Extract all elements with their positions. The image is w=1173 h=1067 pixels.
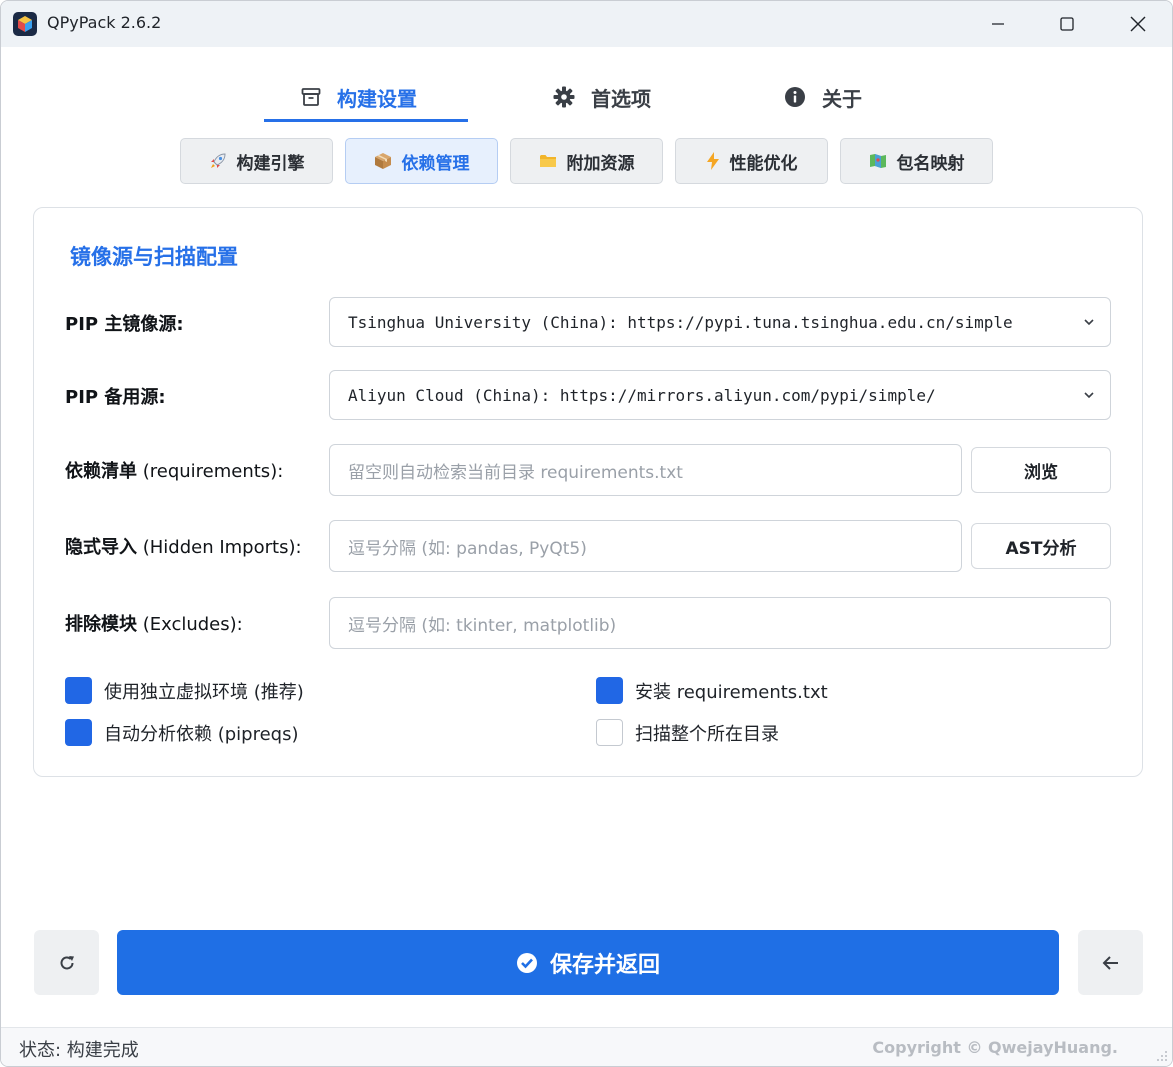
map-icon bbox=[869, 153, 887, 169]
subtab-performance[interactable]: 性能优化 bbox=[675, 138, 828, 184]
checkbox-label: 使用独立虚拟环境 (推荐) bbox=[104, 681, 304, 703]
section-title: 镜像源与扫描配置 bbox=[70, 245, 238, 269]
lightning-icon bbox=[706, 152, 720, 170]
subtab-build-engine[interactable]: 构建引擎 bbox=[180, 138, 333, 184]
maximize-button[interactable] bbox=[1037, 1, 1097, 47]
status-text: 状态: 构建完成 bbox=[19, 1040, 139, 1061]
checkbox-label: 扫描整个所在目录 bbox=[635, 723, 779, 745]
rocket-icon bbox=[209, 152, 227, 170]
refresh-icon bbox=[60, 955, 74, 969]
checkbox-label: 自动分析依赖 (pipreqs) bbox=[104, 723, 299, 745]
tab-label: 关于 bbox=[822, 86, 862, 111]
checkbox-scan-directory[interactable]: 扫描整个所在目录 bbox=[596, 719, 779, 746]
arrow-left-icon bbox=[1102, 955, 1118, 970]
subtab-label: 依赖管理 bbox=[401, 153, 470, 174]
refresh-button[interactable] bbox=[34, 930, 99, 995]
tab-label: 构建设置 bbox=[337, 86, 417, 111]
requirements-placeholder: 留空则自动检索当前目录 requirements.txt bbox=[348, 462, 683, 483]
requirements-input[interactable]: 留空则自动检索当前目录 requirements.txt bbox=[329, 444, 962, 496]
tab-label: 首选项 bbox=[591, 86, 651, 111]
hidden-imports-label: 隐式导入 (Hidden Imports): bbox=[65, 537, 302, 558]
subtab-package-mapping[interactable]: 包名映射 bbox=[840, 138, 993, 184]
checkbox-label: 安装 requirements.txt bbox=[635, 681, 828, 703]
archive-icon bbox=[301, 87, 321, 107]
excludes-input[interactable]: 逗号分隔 (如: tkinter, matplotlib) bbox=[329, 597, 1111, 649]
subtab-label: 包名映射 bbox=[896, 153, 965, 174]
title-bar: QPyPack 2.6.2 bbox=[1, 1, 1172, 47]
excludes-placeholder: 逗号分隔 (如: tkinter, matplotlib) bbox=[348, 615, 617, 636]
chevron-down-icon bbox=[1084, 392, 1094, 399]
tab-preferences[interactable]: 首选项 bbox=[553, 73, 651, 121]
requirements-label: 依赖清单 (requirements): bbox=[65, 461, 284, 482]
close-button[interactable] bbox=[1108, 1, 1168, 47]
pip-backup-mirror-select[interactable]: Aliyun Cloud (China): https://mirrors.al… bbox=[329, 370, 1111, 420]
app-logo-icon bbox=[13, 12, 37, 36]
active-tab-indicator bbox=[264, 119, 468, 122]
checkbox-auto-analyze[interactable]: 自动分析依赖 (pipreqs) bbox=[65, 719, 299, 746]
tab-build-settings[interactable]: 构建设置 bbox=[301, 73, 417, 121]
hidden-imports-placeholder: 逗号分隔 (如: pandas, PyQt5) bbox=[348, 538, 587, 559]
resize-grip-icon[interactable] bbox=[1156, 1050, 1168, 1062]
tab-about[interactable]: 关于 bbox=[784, 73, 862, 121]
checkbox-checked[interactable] bbox=[65, 677, 92, 704]
subtab-label: 构建引擎 bbox=[236, 153, 305, 174]
minimize-button[interactable] bbox=[968, 1, 1028, 47]
checkbox-use-venv[interactable]: 使用独立虚拟环境 (推荐) bbox=[65, 677, 304, 704]
select-value: Aliyun Cloud (China): https://mirrors.al… bbox=[348, 385, 936, 405]
window-title: QPyPack 2.6.2 bbox=[47, 13, 162, 32]
checkbox-checked[interactable] bbox=[596, 677, 623, 704]
checkbox-unchecked[interactable] bbox=[596, 719, 623, 746]
checkbox-checked[interactable] bbox=[65, 719, 92, 746]
browse-button[interactable]: 浏览 bbox=[971, 447, 1111, 493]
pip-main-label: PIP 主镜像源: bbox=[65, 314, 184, 335]
minimize-icon bbox=[992, 23, 1004, 25]
chevron-down-icon bbox=[1084, 319, 1094, 326]
back-button[interactable] bbox=[1078, 930, 1143, 995]
folder-icon bbox=[539, 153, 557, 169]
subtab-label: 性能优化 bbox=[729, 153, 798, 174]
ast-analysis-button[interactable]: AST分析 bbox=[971, 523, 1111, 569]
select-value: Tsinghua University (China): https://pyp… bbox=[348, 312, 1013, 332]
copyright-text: Copyright © QwejayHuang. bbox=[872, 1038, 1118, 1057]
close-icon bbox=[1130, 16, 1146, 32]
pip-backup-label: PIP 备用源: bbox=[65, 387, 166, 408]
subtab-extra-resources[interactable]: 附加资源 bbox=[510, 138, 663, 184]
app-window: QPyPack 2.6.2 构建设置 首选项 关于 构建引擎 依赖管理 附加资源… bbox=[0, 0, 1173, 1067]
checkbox-install-requirements[interactable]: 安装 requirements.txt bbox=[596, 677, 828, 704]
maximize-icon bbox=[1060, 17, 1074, 31]
excludes-label: 排除模块 (Excludes): bbox=[65, 614, 243, 635]
package-icon bbox=[374, 152, 392, 170]
subtab-label: 附加资源 bbox=[566, 153, 635, 174]
save-label: 保存并返回 bbox=[549, 952, 660, 978]
hidden-imports-input[interactable]: 逗号分隔 (如: pandas, PyQt5) bbox=[329, 520, 962, 572]
gear-icon bbox=[553, 86, 575, 108]
save-and-return-button[interactable]: 保存并返回 bbox=[117, 930, 1059, 995]
pip-main-mirror-select[interactable]: Tsinghua University (China): https://pyp… bbox=[329, 297, 1111, 347]
subtab-dependency-management[interactable]: 依赖管理 bbox=[345, 138, 498, 184]
info-icon bbox=[784, 86, 806, 108]
check-circle-icon bbox=[516, 952, 538, 974]
